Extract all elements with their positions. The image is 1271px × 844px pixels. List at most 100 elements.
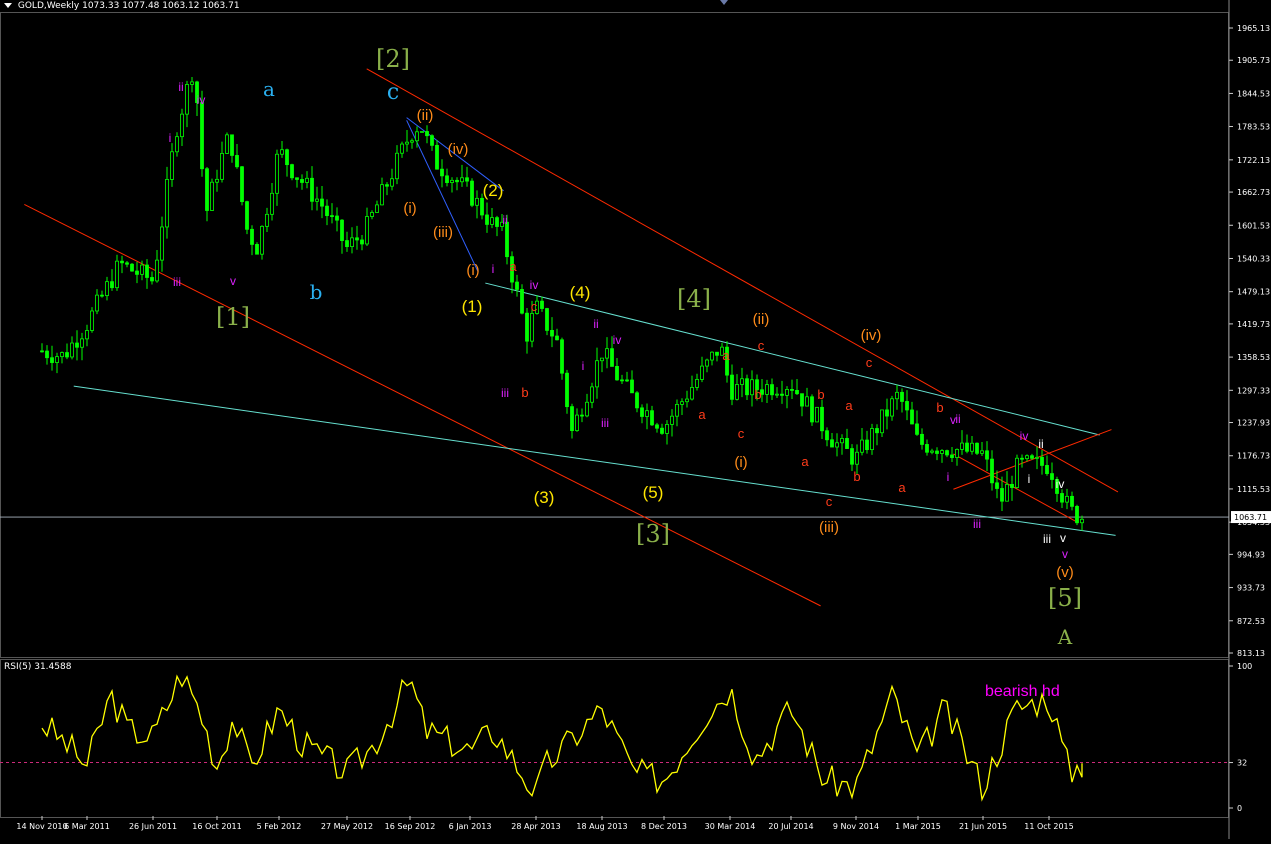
candle-body bbox=[300, 179, 304, 183]
candle-body bbox=[770, 384, 774, 396]
lower-cyan-channel-line bbox=[73, 385, 1116, 536]
rsi-tick-label: 32 bbox=[1237, 759, 1247, 768]
candle-body bbox=[1045, 465, 1049, 474]
wave-label: b bbox=[521, 385, 528, 400]
candle-body bbox=[150, 277, 154, 282]
shift-marker-icon[interactable] bbox=[720, 0, 728, 5]
candle-body bbox=[145, 264, 149, 278]
price-tick-label: 1358.53 bbox=[1237, 353, 1270, 362]
wave-label: i bbox=[947, 470, 950, 484]
candle-body bbox=[140, 264, 144, 275]
price-tick-label: 872.53 bbox=[1237, 617, 1265, 626]
wave-label: iii bbox=[1043, 532, 1051, 546]
price-tick-label: 1419.73 bbox=[1237, 320, 1270, 329]
candle-body bbox=[785, 389, 789, 396]
candle-body bbox=[155, 259, 159, 282]
candle-body bbox=[350, 237, 354, 248]
wave-label: iii bbox=[601, 416, 609, 430]
candle-body bbox=[820, 406, 824, 432]
wave-label: b bbox=[754, 387, 761, 402]
candle-body bbox=[310, 177, 314, 202]
candle-body bbox=[740, 378, 744, 385]
candle-body bbox=[1040, 456, 1044, 466]
candle-body bbox=[120, 260, 124, 264]
candle-body bbox=[915, 423, 919, 435]
time-tick-label: 21 Jun 2015 bbox=[959, 822, 1007, 831]
candle-body bbox=[650, 410, 654, 426]
candle-body bbox=[225, 134, 229, 154]
wave-label: (i) bbox=[466, 262, 479, 279]
candle-body bbox=[555, 335, 559, 341]
candle-body bbox=[495, 217, 499, 227]
price-tick-label: 1905.73 bbox=[1237, 56, 1270, 65]
candle-body bbox=[295, 177, 299, 180]
candle-body bbox=[1005, 484, 1009, 502]
candle-body bbox=[1075, 505, 1079, 524]
candle-body bbox=[250, 228, 254, 245]
candle-body bbox=[455, 179, 459, 183]
wave-label: [1] bbox=[216, 303, 250, 331]
candle-body bbox=[965, 442, 969, 452]
time-tick-label: 26 Jun 2011 bbox=[129, 822, 177, 831]
candle-body bbox=[640, 407, 644, 417]
wave-label: c bbox=[387, 80, 399, 105]
candle-body bbox=[810, 396, 814, 423]
rsi-tick-label: 100 bbox=[1237, 662, 1252, 671]
candle-body bbox=[170, 151, 174, 180]
candle-body bbox=[1080, 518, 1084, 524]
candle-body bbox=[745, 378, 749, 396]
time-tick-label: 16 Oct 2011 bbox=[192, 822, 241, 831]
wave-label: (ii) bbox=[417, 107, 434, 124]
candle-body bbox=[750, 379, 754, 396]
candle-body bbox=[585, 401, 589, 417]
candle-body bbox=[285, 149, 289, 166]
candle-body bbox=[490, 217, 494, 225]
candle-body bbox=[135, 270, 139, 275]
price-tick-label: 1965.13 bbox=[1237, 24, 1270, 33]
price-chart-svg[interactable]: 1965.13 1905.73 1844.53 1783.53 1722.13 1662.… bbox=[0, 0, 1271, 839]
dropdown-arrow-icon[interactable] bbox=[4, 3, 12, 8]
candle-body bbox=[1070, 495, 1074, 507]
wave-label: a bbox=[801, 454, 809, 469]
candle-body bbox=[685, 398, 689, 403]
rsi-annotation: bearish hd bbox=[985, 683, 1060, 700]
gold-weekly-chart[interactable]: 1965.13 1905.73 1844.53 1783.53 1722.13 1662.… bbox=[0, 0, 1271, 839]
candle-body bbox=[605, 348, 609, 359]
candle-body bbox=[450, 179, 454, 183]
wave-label: c bbox=[758, 338, 765, 353]
candle-body bbox=[320, 198, 324, 207]
candle-body bbox=[1025, 455, 1029, 460]
time-tick-label: 8 Dec 2013 bbox=[641, 822, 687, 831]
candle-body bbox=[610, 348, 614, 367]
candle-body bbox=[45, 350, 49, 359]
candle-body bbox=[60, 352, 64, 358]
candle-body bbox=[340, 219, 344, 241]
candle-body bbox=[590, 386, 594, 403]
wave-label: c bbox=[866, 355, 873, 370]
candle-body bbox=[1050, 473, 1054, 480]
candle-body bbox=[905, 401, 909, 411]
candle-body bbox=[910, 409, 914, 425]
price-tick-label: 1783.53 bbox=[1237, 123, 1270, 132]
candle-body bbox=[660, 427, 664, 434]
candle-body bbox=[420, 131, 424, 133]
candle-body bbox=[1020, 457, 1024, 460]
candle-body bbox=[100, 294, 104, 297]
candle-body bbox=[850, 448, 854, 465]
candle-body bbox=[220, 153, 224, 180]
wave-label: (iii) bbox=[819, 519, 839, 536]
candle-body bbox=[560, 339, 564, 374]
wave-label: (i) bbox=[734, 454, 747, 471]
candle-body bbox=[380, 184, 384, 206]
candle-body bbox=[865, 439, 869, 451]
candle-body bbox=[375, 204, 379, 213]
candle-body bbox=[485, 214, 489, 225]
candles-group bbox=[40, 77, 1084, 531]
candle-body bbox=[430, 135, 434, 146]
candle-body bbox=[630, 379, 634, 394]
candle-body bbox=[240, 166, 244, 203]
candle-body bbox=[415, 131, 419, 142]
candle-body bbox=[110, 281, 114, 289]
candle-body bbox=[670, 415, 674, 425]
time-tick-label: 6 Jan 2013 bbox=[449, 822, 492, 831]
